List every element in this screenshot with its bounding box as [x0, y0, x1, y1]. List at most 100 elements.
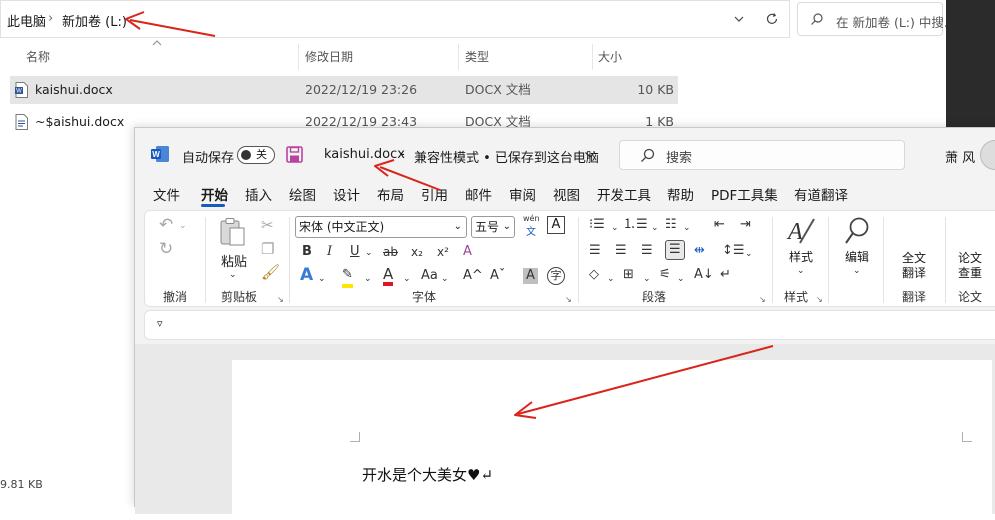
autosave-toggle[interactable]: 关 — [237, 146, 275, 164]
dialog-launcher-icon[interactable]: ↘ — [277, 292, 284, 308]
document-status[interactable]: 兼容性模式 • 已保存到这台电脑 — [414, 147, 599, 166]
increase-indent-icon[interactable]: ⇥ — [740, 217, 751, 233]
clear-formatting-icon[interactable]: A — [463, 244, 472, 260]
redo-icon[interactable]: ↻ — [159, 241, 173, 258]
column-header-date[interactable]: 修改日期 — [305, 44, 353, 70]
font-name-select[interactable]: 宋体 (中文正文) ⌄ — [295, 216, 467, 238]
column-header-size[interactable]: 大小 — [598, 44, 622, 70]
highlight-color-button[interactable]: ✎ — [342, 267, 353, 288]
chevron-down-icon[interactable]: ⌄ — [403, 271, 411, 287]
address-bar[interactable]: 此电脑 › 新加卷 (L:) — [0, 0, 790, 38]
borders-icon[interactable]: ⊞ — [623, 267, 634, 283]
chevron-down-icon[interactable]: ⌄ — [441, 271, 449, 287]
translate-label[interactable]: 翻译 — [902, 264, 926, 281]
strikethrough-button[interactable]: ab — [383, 244, 398, 260]
shrink-font-button[interactable]: Aˇ — [490, 268, 505, 284]
dialog-launcher-icon[interactable]: ↘ — [759, 292, 766, 308]
breadcrumb-drive[interactable]: 新加卷 (L:) — [62, 11, 127, 30]
distributed-icon[interactable]: ⇹ — [694, 243, 705, 259]
column-divider[interactable] — [458, 44, 459, 70]
column-divider[interactable] — [298, 44, 299, 70]
italic-button[interactable]: I — [327, 244, 332, 260]
tab-layout[interactable]: 布局 — [377, 184, 404, 204]
enclose-characters-button[interactable]: 字 — [547, 267, 565, 285]
explorer-search-box[interactable]: 在 新加卷 (L:) 中搜... — [797, 2, 956, 36]
paste-icon[interactable] — [219, 217, 247, 247]
bullets-icon[interactable]: ⁝☰ — [589, 217, 605, 233]
tab-design[interactable]: 设计 — [333, 184, 360, 204]
find-icon[interactable] — [844, 217, 870, 245]
chevron-down-icon[interactable] — [733, 13, 745, 25]
bold-button[interactable]: B — [302, 244, 312, 260]
show-marks-icon[interactable]: ↵ — [720, 267, 731, 283]
format-painter-icon[interactable]: 🖌 — [261, 264, 280, 280]
chinese-layout-icon[interactable]: ⚟ — [659, 267, 671, 283]
file-row[interactable]: W kaishui.docx 2022/12/19 23:26 DOCX 文档 … — [10, 76, 678, 104]
shading-icon[interactable]: ◇ — [589, 267, 599, 283]
column-divider[interactable] — [592, 44, 593, 70]
chevron-down-icon[interactable]: ⌄ — [745, 246, 753, 262]
align-center-icon[interactable]: ☰ — [615, 243, 627, 259]
justify-icon[interactable]: ☰ — [665, 240, 685, 260]
chevron-down-icon[interactable] — [584, 150, 596, 160]
chevron-down-icon[interactable]: ⌄ — [611, 220, 619, 236]
user-name[interactable]: 萧 风 — [945, 147, 975, 166]
column-header-type[interactable]: 类型 — [465, 44, 489, 70]
grow-font-button[interactable]: A^ — [463, 268, 483, 284]
chevron-down-icon[interactable]: ⌄ — [364, 271, 372, 287]
chevron-down-icon[interactable]: ⌄ — [318, 271, 326, 287]
character-border-icon[interactable]: A — [547, 216, 565, 234]
chevron-down-icon[interactable]: ⌄ — [797, 263, 805, 279]
dialog-launcher-icon[interactable]: ↘ — [565, 292, 572, 308]
align-right-icon[interactable]: ☰ — [641, 243, 653, 259]
text-effects-button[interactable]: A — [300, 267, 313, 284]
chevron-down-icon[interactable]: ⌄ — [229, 267, 237, 283]
chevron-down-icon[interactable]: ⌄ — [643, 271, 651, 287]
customize-toolbar-icon[interactable]: ▿ — [157, 317, 163, 330]
styles-icon[interactable]: A — [786, 217, 816, 245]
save-icon[interactable] — [286, 146, 303, 163]
tab-home[interactable]: 开始 — [201, 184, 228, 204]
dialog-launcher-icon[interactable]: ↘ — [816, 292, 823, 308]
tab-draw[interactable]: 绘图 — [289, 184, 316, 204]
cut-icon[interactable]: ✂ — [261, 217, 274, 233]
tab-help[interactable]: 帮助 — [667, 184, 694, 204]
multilevel-list-icon[interactable]: ☷ — [665, 217, 677, 233]
chevron-down-icon[interactable]: ⌄ — [179, 218, 187, 234]
line-spacing-icon[interactable]: ↕☰ — [722, 243, 745, 259]
superscript-button[interactable]: x² — [437, 244, 449, 260]
word-search-box[interactable]: 搜索 — [619, 140, 905, 170]
tab-pdf-tools[interactable]: PDF工具集 — [711, 184, 778, 204]
chevron-down-icon[interactable]: ⌄ — [853, 263, 861, 279]
align-left-icon[interactable]: ☰ — [589, 243, 601, 259]
tab-file[interactable]: 文件 — [153, 184, 180, 204]
plagiarism-check-label[interactable]: 查重 — [958, 264, 982, 281]
document-body-text[interactable]: 开水是个大美女♥↵ — [362, 464, 493, 485]
chevron-down-icon[interactable]: ⌄ — [683, 220, 691, 236]
tab-mailings[interactable]: 邮件 — [465, 184, 492, 204]
change-case-button[interactable]: Aa — [421, 268, 438, 284]
underline-button[interactable]: U — [350, 244, 360, 260]
font-size-select[interactable]: 五号 ⌄ — [471, 216, 515, 238]
breadcrumb-this-pc[interactable]: 此电脑 — [7, 11, 46, 30]
copy-icon[interactable]: ❐ — [261, 241, 274, 257]
chevron-down-icon[interactable]: ⌄ — [607, 271, 615, 287]
document-page[interactable] — [232, 360, 992, 520]
refresh-icon[interactable] — [765, 12, 779, 26]
undo-icon[interactable]: ↶ — [159, 217, 173, 234]
phonetic-guide-icon[interactable]: 文 — [526, 223, 536, 238]
avatar[interactable] — [980, 140, 995, 170]
font-color-button[interactable]: A — [383, 266, 394, 286]
phonetic-guide-pinyin[interactable]: wén — [523, 214, 540, 223]
tab-youdao-translate[interactable]: 有道翻译 — [794, 184, 848, 204]
chevron-down-icon[interactable]: ⌄ — [365, 245, 373, 261]
tab-review[interactable]: 审阅 — [509, 184, 536, 204]
sort-icon[interactable]: A↓ — [694, 267, 714, 283]
column-header-name[interactable]: 名称 — [26, 44, 50, 70]
numbering-icon[interactable]: ⒈☰ — [623, 217, 648, 233]
chevron-down-icon[interactable]: ⌄ — [677, 271, 685, 287]
tab-insert[interactable]: 插入 — [245, 184, 272, 204]
character-shading-button[interactable]: A — [523, 268, 538, 284]
tab-view[interactable]: 视图 — [553, 184, 580, 204]
tab-references[interactable]: 引用 — [421, 184, 448, 204]
